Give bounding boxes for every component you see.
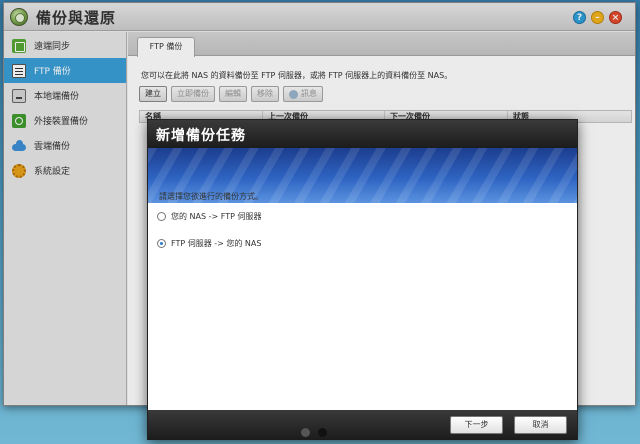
page-indicator xyxy=(301,428,327,437)
dialog-footer: 下一步 取消 xyxy=(148,410,577,440)
dialog-prompt: 請選擇您欲進行的備份方式。 xyxy=(159,192,263,201)
radio-nas-to-ftp[interactable] xyxy=(157,212,166,221)
dialog-title: 新增備份任務 xyxy=(156,128,246,144)
cancel-button[interactable]: 取消 xyxy=(514,416,567,434)
next-button[interactable]: 下一步 xyxy=(450,416,503,434)
page-dot-active[interactable] xyxy=(318,428,327,437)
radio-ftp-to-nas[interactable] xyxy=(157,239,166,248)
dialog-header: 新增備份任務 xyxy=(148,120,577,148)
page-dot[interactable] xyxy=(301,428,310,437)
option-nas-to-ftp[interactable]: 您的 NAS -> FTP 伺服器 xyxy=(157,211,261,222)
option-ftp-to-nas[interactable]: FTP 伺服器 -> 您的 NAS xyxy=(157,238,261,249)
new-backup-task-dialog: 新增備份任務 請選擇您欲進行的備份方式。 您的 NAS -> FTP 伺服器 F… xyxy=(147,119,578,440)
option-label: FTP 伺服器 -> 您的 NAS xyxy=(171,239,262,248)
option-label: 您的 NAS -> FTP 伺服器 xyxy=(171,212,262,221)
